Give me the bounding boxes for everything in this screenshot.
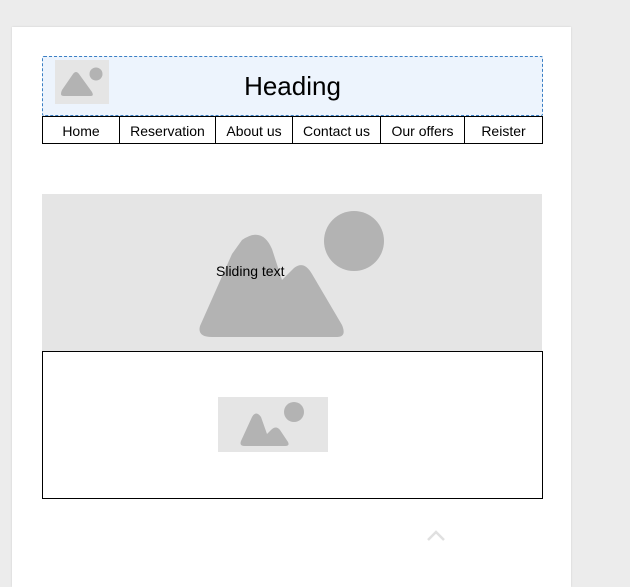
nav-item-our-offers[interactable]: Our offers <box>381 117 465 143</box>
chevron-up-icon <box>427 530 445 541</box>
image-slider[interactable] <box>42 194 542 352</box>
nav-item-home[interactable]: Home <box>43 117 120 143</box>
content-image-placeholder <box>218 397 328 452</box>
nav-item-about-us[interactable]: About us <box>216 117 293 143</box>
slider-caption: Sliding text <box>216 263 285 279</box>
image-placeholder-icon <box>61 67 103 96</box>
nav-item-reservation[interactable]: Reservation <box>120 117 216 143</box>
scroll-to-top-button[interactable] <box>424 526 448 546</box>
image-placeholder-icon <box>199 211 384 337</box>
logo-image-placeholder <box>55 60 109 104</box>
nav-item-register[interactable]: Reister <box>465 117 542 143</box>
page-title: Heading <box>244 71 341 101</box>
nav-item-contact-us[interactable]: Contact us <box>293 117 381 143</box>
image-placeholder-icon <box>240 402 304 446</box>
main-navigation: Home Reservation About us Contact us Our… <box>42 116 543 144</box>
